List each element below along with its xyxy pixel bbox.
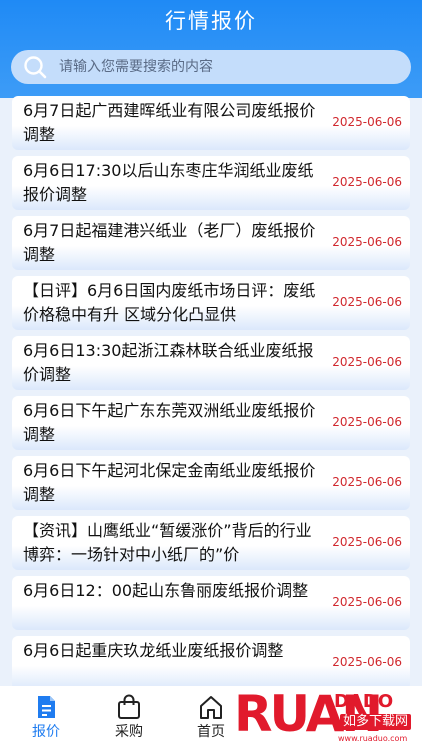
- header-bar: 行情报价 请输入您需要搜索的内容: [0, 0, 422, 98]
- news-date: 2025-06-06: [332, 595, 402, 609]
- home-icon: [200, 696, 222, 719]
- tab-label: 首页: [197, 724, 225, 740]
- news-date: 2025-06-06: [332, 235, 402, 249]
- news-list[interactable]: 6月7日起广西建晖纸业有限公司废纸报价调整 2025-06-06 6月6日17:…: [0, 94, 422, 686]
- search-input[interactable]: 请输入您需要搜索的内容: [11, 50, 411, 84]
- search-icon: [24, 56, 47, 79]
- news-title: 6月6日下午起广东东莞双洲纸业废纸报价调整: [23, 401, 316, 444]
- news-item[interactable]: 6月7日起广西建晖纸业有限公司废纸报价调整 2025-06-06: [12, 96, 410, 150]
- news-item[interactable]: 6月7日起福建港兴纸业（老厂）废纸报价调整 2025-06-06: [12, 216, 410, 270]
- document-icon: [38, 696, 55, 718]
- news-title: 6月6日下午起河北保定金南纸业废纸报价调整: [23, 461, 316, 504]
- news-title: 6月6日17:30以后山东枣庄华润纸业废纸报价调整: [23, 161, 314, 204]
- bag-icon: [118, 694, 140, 719]
- search-placeholder: 请输入您需要搜索的内容: [59, 59, 213, 75]
- news-item[interactable]: 6月6日下午起河北保定金南纸业废纸报价调整 2025-06-06: [12, 456, 410, 510]
- tab-quotes[interactable]: 报价: [16, 694, 76, 746]
- watermark-logo: RUAN DADO 如多下载网 www.ruaduo.com: [234, 684, 422, 750]
- news-title: 6月7日起广西建晖纸业有限公司废纸报价调整: [23, 101, 316, 144]
- news-item[interactable]: 6月6日起重庆玖龙纸业废纸报价调整 2025-06-06: [12, 636, 410, 686]
- news-date: 2025-06-06: [332, 655, 402, 669]
- news-title: 【日评】6月6日国内废纸市场日评：废纸价格稳中有升 区域分化凸显供: [23, 281, 316, 324]
- news-item[interactable]: 【资讯】山鹰纸业“暂缓涨价”背后的行业博弈：一场针对中小纸厂的”价 2025-0…: [12, 516, 410, 570]
- news-item[interactable]: 6月6日12：00起山东鲁丽废纸报价调整 2025-06-06: [12, 576, 410, 630]
- news-item[interactable]: 【日评】6月6日国内废纸市场日评：废纸价格稳中有升 区域分化凸显供 2025-0…: [12, 276, 410, 330]
- news-date: 2025-06-06: [332, 295, 402, 309]
- news-date: 2025-06-06: [332, 355, 402, 369]
- tab-purchase[interactable]: 采购: [99, 694, 159, 746]
- news-item[interactable]: 6月6日13:30起浙江森林联合纸业废纸报价调整 2025-06-06: [12, 336, 410, 390]
- watermark-brand-small: DADO: [334, 691, 394, 712]
- news-date: 2025-06-06: [332, 475, 402, 489]
- watermark-site-name: 如多下载网: [340, 714, 412, 730]
- news-title: 6月6日12：00起山东鲁丽废纸报价调整: [23, 581, 309, 600]
- news-item[interactable]: 6月6日17:30以后山东枣庄华润纸业废纸报价调整 2025-06-06: [12, 156, 410, 210]
- news-date: 2025-06-06: [332, 415, 402, 429]
- news-title: 6月6日13:30起浙江森林联合纸业废纸报价调整: [23, 341, 314, 384]
- news-item[interactable]: 6月6日下午起广东东莞双洲纸业废纸报价调整 2025-06-06: [12, 396, 410, 450]
- tab-label: 采购: [115, 724, 143, 740]
- news-title: 6月7日起福建港兴纸业（老厂）废纸报价调整: [23, 221, 316, 264]
- news-title: 6月6日起重庆玖龙纸业废纸报价调整: [23, 641, 284, 660]
- tab-label: 报价: [32, 724, 60, 740]
- news-date: 2025-06-06: [332, 535, 402, 549]
- news-date: 2025-06-06: [332, 175, 402, 189]
- news-title: 【资讯】山鹰纸业“暂缓涨价”背后的行业博弈：一场针对中小纸厂的”价: [23, 521, 312, 564]
- watermark-url: www.ruaduo.com: [338, 734, 408, 743]
- tab-home[interactable]: 首页: [181, 694, 241, 746]
- page-title: 行情报价: [165, 9, 257, 33]
- news-date: 2025-06-06: [332, 115, 402, 129]
